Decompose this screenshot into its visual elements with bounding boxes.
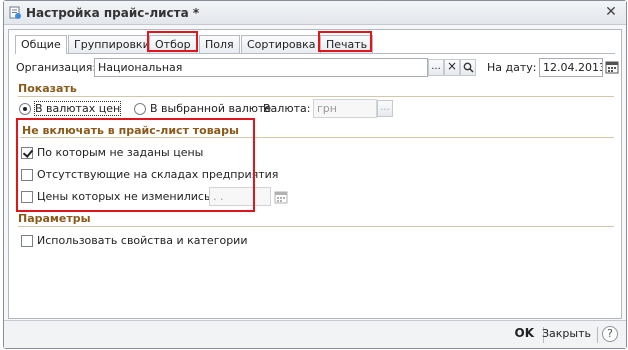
org-label: Организация:: [16, 61, 97, 74]
window-title: Настройка прайс-листа *: [26, 6, 200, 20]
checkbox-use-properties[interactable]: [21, 235, 33, 247]
form-content: Общие Группировки Отбор Поля Сортировка …: [8, 29, 622, 319]
org-clear-button[interactable]: ×: [444, 59, 460, 76]
calendar-icon-disabled: [274, 191, 288, 204]
help-icon[interactable]: ?: [602, 326, 618, 342]
exclude-section-title: Не включать в прайс-лист товары: [22, 124, 239, 137]
org-select-button[interactable]: ...: [428, 59, 444, 76]
radio-price-currency-label[interactable]: В валютах цен: [33, 101, 122, 116]
tab-filter[interactable]: Отбор: [149, 35, 197, 53]
checkbox-out-of-stock-label[interactable]: Отсутствующие на складах предприятия: [37, 168, 278, 181]
show-section-divider: [18, 96, 614, 97]
tab-general[interactable]: Общие: [15, 35, 67, 54]
footer-separator-2: [597, 327, 598, 343]
calendar-icon[interactable]: [605, 60, 619, 74]
date-label: На дату:: [487, 61, 537, 74]
search-icon: [463, 62, 474, 73]
params-section-title: Параметры: [18, 212, 91, 225]
price-list-settings-window: Настройка прайс-листа * ✕ Общие Группиро…: [3, 0, 627, 349]
currency-field: грн: [313, 99, 377, 118]
tab-print[interactable]: Печать: [320, 35, 374, 53]
close-button[interactable]: Закрыть: [542, 327, 591, 340]
currency-select-button: ...: [377, 100, 393, 117]
tab-underline: [15, 53, 615, 54]
radio-selected-currency[interactable]: [134, 103, 146, 115]
checkbox-out-of-stock[interactable]: [21, 169, 33, 181]
unchanged-since-date-field: . .: [209, 187, 271, 206]
currency-label: Валюта:: [263, 102, 311, 115]
dialog-footer: OK Закрыть ?: [4, 320, 626, 348]
close-window-icon[interactable]: ✕: [604, 5, 618, 19]
tab-fields[interactable]: Поля: [199, 35, 240, 53]
tab-grouping[interactable]: Группировки: [68, 35, 156, 53]
radio-price-currency[interactable]: [19, 103, 31, 115]
checkbox-no-prices[interactable]: [21, 147, 33, 159]
checkbox-unchanged-prices[interactable]: [21, 191, 33, 203]
title-bar: Настройка прайс-листа * ✕: [4, 1, 626, 25]
ok-button[interactable]: OK: [515, 326, 535, 340]
exclude-section-divider: [20, 137, 614, 138]
org-search-button[interactable]: [460, 59, 476, 76]
settings-form-icon: [9, 6, 21, 19]
show-section-title: Показать: [18, 82, 77, 95]
radio-selected-currency-label[interactable]: В выбранной валюте: [150, 102, 271, 115]
checkbox-unchanged-prices-label[interactable]: Цены которых не изменились с:: [37, 190, 224, 203]
org-field[interactable]: Национальная: [94, 58, 428, 77]
params-section-divider: [18, 226, 614, 227]
tab-sorting[interactable]: Сортировка: [241, 35, 322, 53]
date-field[interactable]: 12.04.2013: [539, 58, 603, 77]
checkbox-use-properties-label[interactable]: Использовать свойства и категории: [37, 234, 247, 247]
checkbox-no-prices-label[interactable]: По которым не заданы цены: [37, 146, 203, 159]
